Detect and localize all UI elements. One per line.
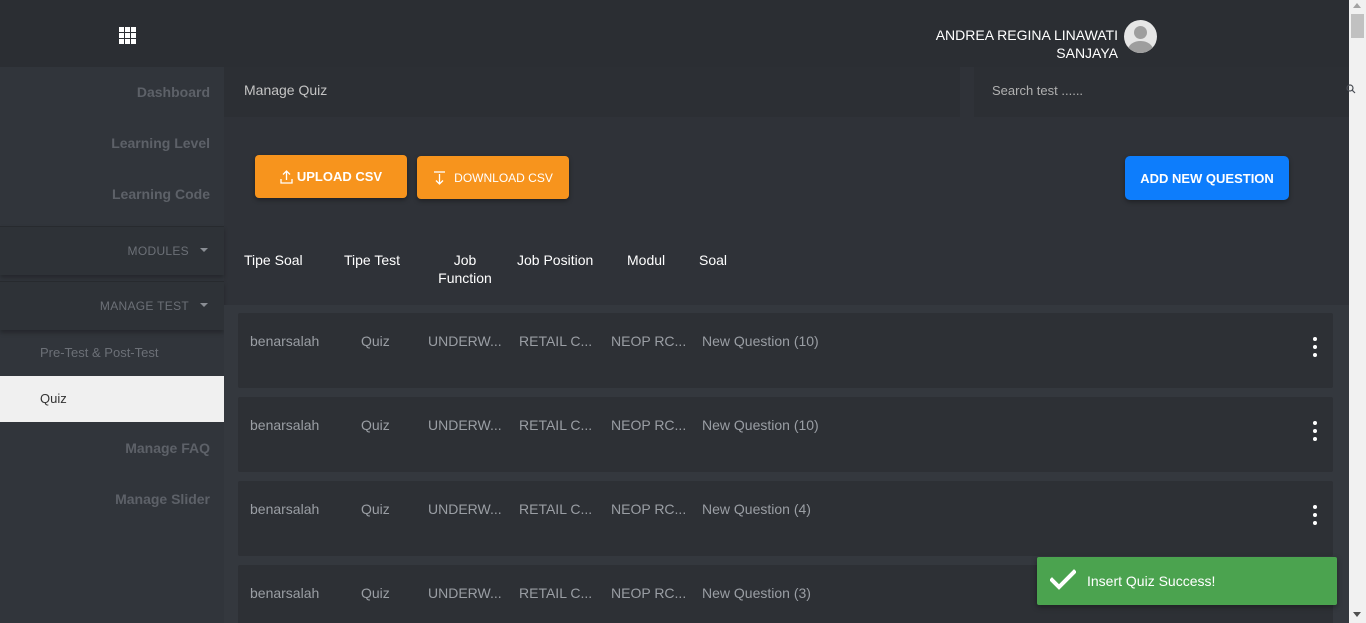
cell-job-position: RETAIL C... (519, 585, 593, 601)
manage-test-label: MANAGE TEST (99, 299, 189, 313)
sidebar-item-learning-level[interactable]: Learning Level (0, 135, 224, 151)
column-header-tipe-test: Tipe Test (344, 252, 401, 268)
download-csv-label: DOWNLOAD CSV (454, 170, 553, 185)
add-new-question-button[interactable]: ADD NEW QUESTION (1125, 156, 1289, 200)
sidebar-section-manage-test[interactable]: MANAGE TEST (0, 281, 224, 330)
sidebar-item-dashboard[interactable]: Dashboard (0, 84, 224, 100)
cell-tipe-soal: benarsalah (250, 417, 320, 433)
cell-tipe-test: Quiz (361, 585, 390, 601)
check-icon (1050, 569, 1076, 590)
more-options-icon[interactable] (1310, 421, 1320, 441)
cell-modul: NEOP RC... (611, 585, 687, 601)
scroll-thumb[interactable] (1351, 14, 1364, 38)
column-header-job-function: Job Function (438, 251, 492, 287)
chevron-down-icon (200, 303, 208, 307)
cell-job-function: UNDERW... (428, 417, 502, 433)
scroll-down-arrow-icon[interactable] (1353, 612, 1361, 617)
upload-csv-button[interactable]: UPLOAD CSV (255, 155, 407, 198)
success-toast[interactable]: Insert Quiz Success! (1037, 557, 1337, 605)
cell-job-position: RETAIL C... (519, 417, 593, 433)
download-csv-button[interactable]: DOWNLOAD CSV (417, 156, 569, 199)
user-name[interactable]: ANDREA REGINA LINAWATI SANJAYA (936, 26, 1118, 62)
top-bar: ANDREA REGINA LINAWATI SANJAYA (0, 0, 1349, 67)
sidebar-item-manage-slider[interactable]: Manage Slider (0, 491, 224, 507)
cell-job-function: UNDERW... (428, 585, 502, 601)
cell-modul: NEOP RC... (611, 333, 687, 349)
more-options-icon[interactable] (1310, 505, 1320, 525)
cell-soal: New Question (10) (702, 417, 819, 433)
sidebar-item-manage-faq[interactable]: Manage FAQ (0, 440, 224, 456)
breadcrumb-bar: Manage Quiz (224, 67, 960, 117)
upload-icon (280, 169, 293, 184)
chevron-down-icon (200, 248, 208, 252)
modules-label: MODULES (127, 244, 189, 258)
table-row[interactable]: benarsalah Quiz UNDERW... RETAIL C... NE… (238, 481, 1333, 556)
search-icon[interactable] (1346, 84, 1356, 94)
cell-tipe-test: Quiz (361, 333, 390, 349)
table-row[interactable]: benarsalah Quiz UNDERW... RETAIL C... NE… (238, 397, 1333, 472)
cell-soal: New Question (10) (702, 333, 819, 349)
sidebar-item-quiz[interactable]: Quiz (0, 376, 224, 422)
sidebar-item-learning-code[interactable]: Learning Code (0, 186, 224, 202)
sidebar-item-pre-post-test[interactable]: Pre-Test & Post-Test (0, 345, 224, 360)
cell-modul: NEOP RC... (611, 501, 687, 517)
user-name-line1: ANDREA REGINA LINAWATI (935, 27, 1118, 43)
cell-tipe-soal: benarsalah (250, 333, 320, 349)
cell-job-position: RETAIL C... (519, 333, 593, 349)
cell-job-position: RETAIL C... (519, 501, 593, 517)
job-function-line2: Function (438, 270, 492, 286)
download-icon (434, 170, 446, 185)
breadcrumb: Manage Quiz (244, 82, 328, 98)
cell-tipe-soal: benarsalah (250, 585, 320, 601)
column-header-soal: Soal (699, 252, 728, 268)
cell-soal: New Question (3) (702, 585, 811, 601)
cell-job-function: UNDERW... (428, 501, 502, 517)
table-row[interactable]: benarsalah Quiz UNDERW... RETAIL C... NE… (238, 313, 1333, 388)
more-options-icon[interactable] (1310, 337, 1320, 357)
cell-job-function: UNDERW... (428, 333, 502, 349)
search-box (974, 67, 1349, 117)
cell-tipe-test: Quiz (361, 501, 390, 517)
column-header-tipe-soal: Tipe Soal (244, 252, 303, 268)
job-function-line1: Job (453, 252, 477, 268)
column-header-job-position: Job Position (517, 252, 594, 268)
cell-modul: NEOP RC... (611, 417, 687, 433)
scroll-up-arrow-icon[interactable] (1353, 3, 1361, 8)
user-avatar-icon[interactable] (1124, 20, 1157, 53)
apps-grid-icon[interactable] (119, 27, 138, 44)
sidebar-section-modules[interactable]: MODULES (0, 226, 224, 275)
cell-tipe-test: Quiz (361, 417, 390, 433)
user-name-line2: SANJAYA (1056, 45, 1118, 61)
cell-soal: New Question (4) (702, 501, 811, 517)
upload-csv-label: UPLOAD CSV (296, 169, 383, 184)
search-input[interactable] (992, 83, 1312, 98)
column-header-modul: Modul (627, 252, 666, 268)
cell-tipe-soal: benarsalah (250, 501, 320, 517)
toast-message: Insert Quiz Success! (1087, 573, 1216, 589)
